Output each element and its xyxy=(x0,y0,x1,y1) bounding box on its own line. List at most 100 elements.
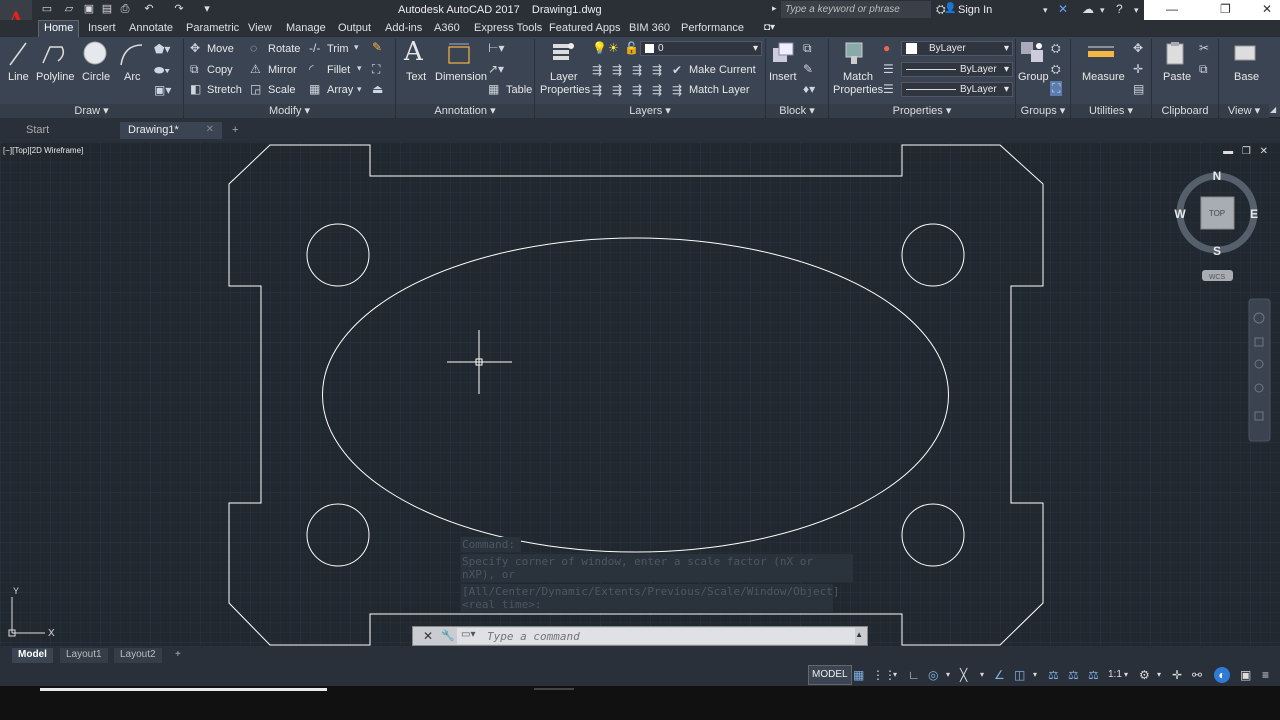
video-progress-bar[interactable] xyxy=(40,688,327,691)
ortho-mode-icon[interactable]: ∟ xyxy=(908,668,920,682)
clean-screen-icon[interactable]: ▣ xyxy=(1240,668,1251,682)
close-icon[interactable]: ✕ xyxy=(1262,2,1272,16)
layer-lock-icon[interactable]: 🔓 xyxy=(624,41,639,55)
fillet-button[interactable]: Fillet xyxy=(327,64,350,76)
navigation-bar[interactable] xyxy=(1248,298,1271,442)
stretch-icon[interactable]: ◧ xyxy=(190,82,201,96)
tab-layout1[interactable]: Layout1 xyxy=(60,648,108,663)
offset-icon[interactable]: ⏏ xyxy=(372,82,383,96)
dimension-button[interactable]: Dimension xyxy=(435,71,487,83)
help-icon[interactable]: ? xyxy=(1116,2,1123,16)
block-panel-title[interactable]: Block ▾ xyxy=(766,104,828,118)
table-button[interactable]: Table xyxy=(506,84,532,96)
layer-properties-icon[interactable] xyxy=(549,40,575,66)
viewport-restore-icon[interactable]: ❐ xyxy=(1242,146,1251,157)
base-button[interactable]: Base xyxy=(1234,71,1259,83)
groups-panel-title[interactable]: Groups ▾ xyxy=(1016,104,1070,118)
sign-in-dropdown-icon[interactable]: ▾ xyxy=(1043,5,1048,16)
layer-dropdown[interactable]: 0 ▾ xyxy=(640,41,762,56)
region-icon[interactable]: ▣▾ xyxy=(154,83,171,97)
isodraft-dropdown-icon[interactable]: ▾ xyxy=(980,670,984,679)
compass-west[interactable]: W xyxy=(1174,207,1186,221)
rotate-icon[interactable]: ◌ xyxy=(250,41,257,55)
layer-freeze-icon[interactable]: ☀ xyxy=(608,41,619,55)
annotation-visibility-icon[interactable]: ⚖ xyxy=(1048,668,1059,682)
layer-isolate-icon[interactable]: ⇶ xyxy=(612,63,622,77)
group-selection-icon[interactable]: ⛶ xyxy=(1050,81,1063,96)
polyline-button[interactable]: Polyline xyxy=(36,71,75,83)
linetype-dropdown[interactable]: ByLayer ▾ xyxy=(901,62,1013,77)
maximize-icon[interactable]: ❐ xyxy=(1220,2,1231,16)
autodesk360-icon[interactable]: ☁ xyxy=(1082,2,1094,16)
edit-block-icon[interactable]: ✎ xyxy=(803,62,813,76)
scale-button[interactable]: Scale xyxy=(268,84,296,96)
tab-performance[interactable]: Performance xyxy=(681,22,744,34)
base-view-icon[interactable] xyxy=(1232,42,1258,64)
match-properties-icon[interactable] xyxy=(842,40,868,66)
arc-button[interactable]: Arc xyxy=(124,71,141,83)
tab-add-ins[interactable]: Add-ins xyxy=(385,22,422,34)
fillet-dropdown-icon[interactable]: ▾ xyxy=(357,63,362,74)
compass-east[interactable]: E xyxy=(1250,207,1258,221)
rotate-button[interactable]: Rotate xyxy=(268,43,300,55)
move-icon[interactable]: ✥ xyxy=(190,41,200,55)
move-button[interactable]: Move xyxy=(207,43,234,55)
make-current-icon[interactable]: ✔ xyxy=(672,63,682,77)
lineweight-dropdown[interactable]: ByLayer ▾ xyxy=(901,82,1013,97)
polar-tracking-icon[interactable]: ◎ xyxy=(928,668,938,682)
save-icon[interactable]: ▣ xyxy=(82,2,96,16)
dimension-icon[interactable] xyxy=(446,41,472,67)
cut-icon[interactable]: ✂ xyxy=(1199,41,1209,55)
tab-output[interactable]: Output xyxy=(338,22,371,34)
explode-icon[interactable]: ⛶ xyxy=(372,62,380,77)
line-icon[interactable] xyxy=(8,41,28,67)
layer-unisolate-icon[interactable]: ⇶ xyxy=(632,63,642,77)
ribbon-minimize-icon[interactable]: ◢ xyxy=(1270,105,1276,114)
tab-home[interactable]: Home xyxy=(38,20,80,37)
paste-icon[interactable] xyxy=(1162,40,1188,66)
open-file-icon[interactable]: ▱ xyxy=(62,2,76,16)
ribbon-options-icon[interactable]: ◘▾ xyxy=(764,22,775,33)
layer-off-icon[interactable]: ⇶ xyxy=(592,63,602,77)
tab-annotate[interactable]: Annotate xyxy=(129,22,173,34)
new-tab-icon[interactable]: + xyxy=(228,122,248,139)
isodraft-icon[interactable]: ╳ xyxy=(960,668,967,682)
multileader-icon[interactable]: ↗▾ xyxy=(488,62,504,76)
point-icon[interactable]: ✛ xyxy=(1133,62,1143,76)
edit-attributes-icon[interactable]: ♦▾ xyxy=(803,82,815,96)
command-history-toggle-icon[interactable]: ▲ xyxy=(855,630,863,639)
annotation-scale-dropdown-icon[interactable]: ▾ xyxy=(1124,670,1128,679)
layer-walk-icon[interactable]: ⇶ xyxy=(592,83,602,97)
tab-a360[interactable]: A360 xyxy=(434,22,460,34)
annotation-panel-title[interactable]: Annotation ▾ xyxy=(396,104,534,118)
workspace-icon[interactable]: ⚙ xyxy=(1139,668,1150,682)
rectangle-icon[interactable]: ⬟▾ xyxy=(154,42,170,56)
erase-icon[interactable]: ✎ xyxy=(372,40,382,54)
scale-icon[interactable]: ◲ xyxy=(250,82,261,96)
units-icon[interactable]: ⚯ xyxy=(1192,668,1202,682)
measure-button[interactable]: Measure xyxy=(1082,71,1125,83)
command-input[interactable] xyxy=(457,628,855,644)
arc-icon[interactable] xyxy=(118,41,144,67)
tab-view[interactable]: View xyxy=(248,22,272,34)
workspace-dropdown-icon[interactable]: ▾ xyxy=(1157,670,1161,679)
layer-lock-icon-2[interactable]: ⇶ xyxy=(652,83,662,97)
viewport-minimize-icon[interactable]: ▬ xyxy=(1223,146,1233,157)
quick-access-menu-icon[interactable]: ▾ xyxy=(200,2,214,16)
layer-properties-label-2[interactable]: Properties xyxy=(540,84,590,96)
match-layer-button[interactable]: Match Layer xyxy=(689,84,750,96)
group-button[interactable]: Group xyxy=(1018,71,1049,83)
object-snap-dropdown-icon[interactable]: ▾ xyxy=(1033,670,1037,679)
viewport-close-icon[interactable]: ✕ xyxy=(1260,146,1268,157)
utilities-panel-title[interactable]: Utilities ▾ xyxy=(1071,104,1151,118)
auto-scale-icon[interactable]: ⚖ xyxy=(1068,668,1079,682)
make-current-button[interactable]: Make Current xyxy=(689,64,756,76)
isolate-objects-icon[interactable]: ◐ xyxy=(1214,667,1230,683)
group-edit-icon[interactable]: ⛭ xyxy=(1051,62,1061,77)
snap-dropdown-icon[interactable]: ▾ xyxy=(893,670,897,679)
compass-north[interactable]: N xyxy=(1213,169,1222,183)
tab-bim360[interactable]: BIM 360 xyxy=(629,22,670,34)
viewport-controls-label[interactable]: [−][Top][2D Wireframe] xyxy=(3,146,83,155)
copy-clip-icon[interactable]: ⧉ xyxy=(1199,62,1208,77)
save-as-icon[interactable]: ▤ xyxy=(100,2,114,16)
